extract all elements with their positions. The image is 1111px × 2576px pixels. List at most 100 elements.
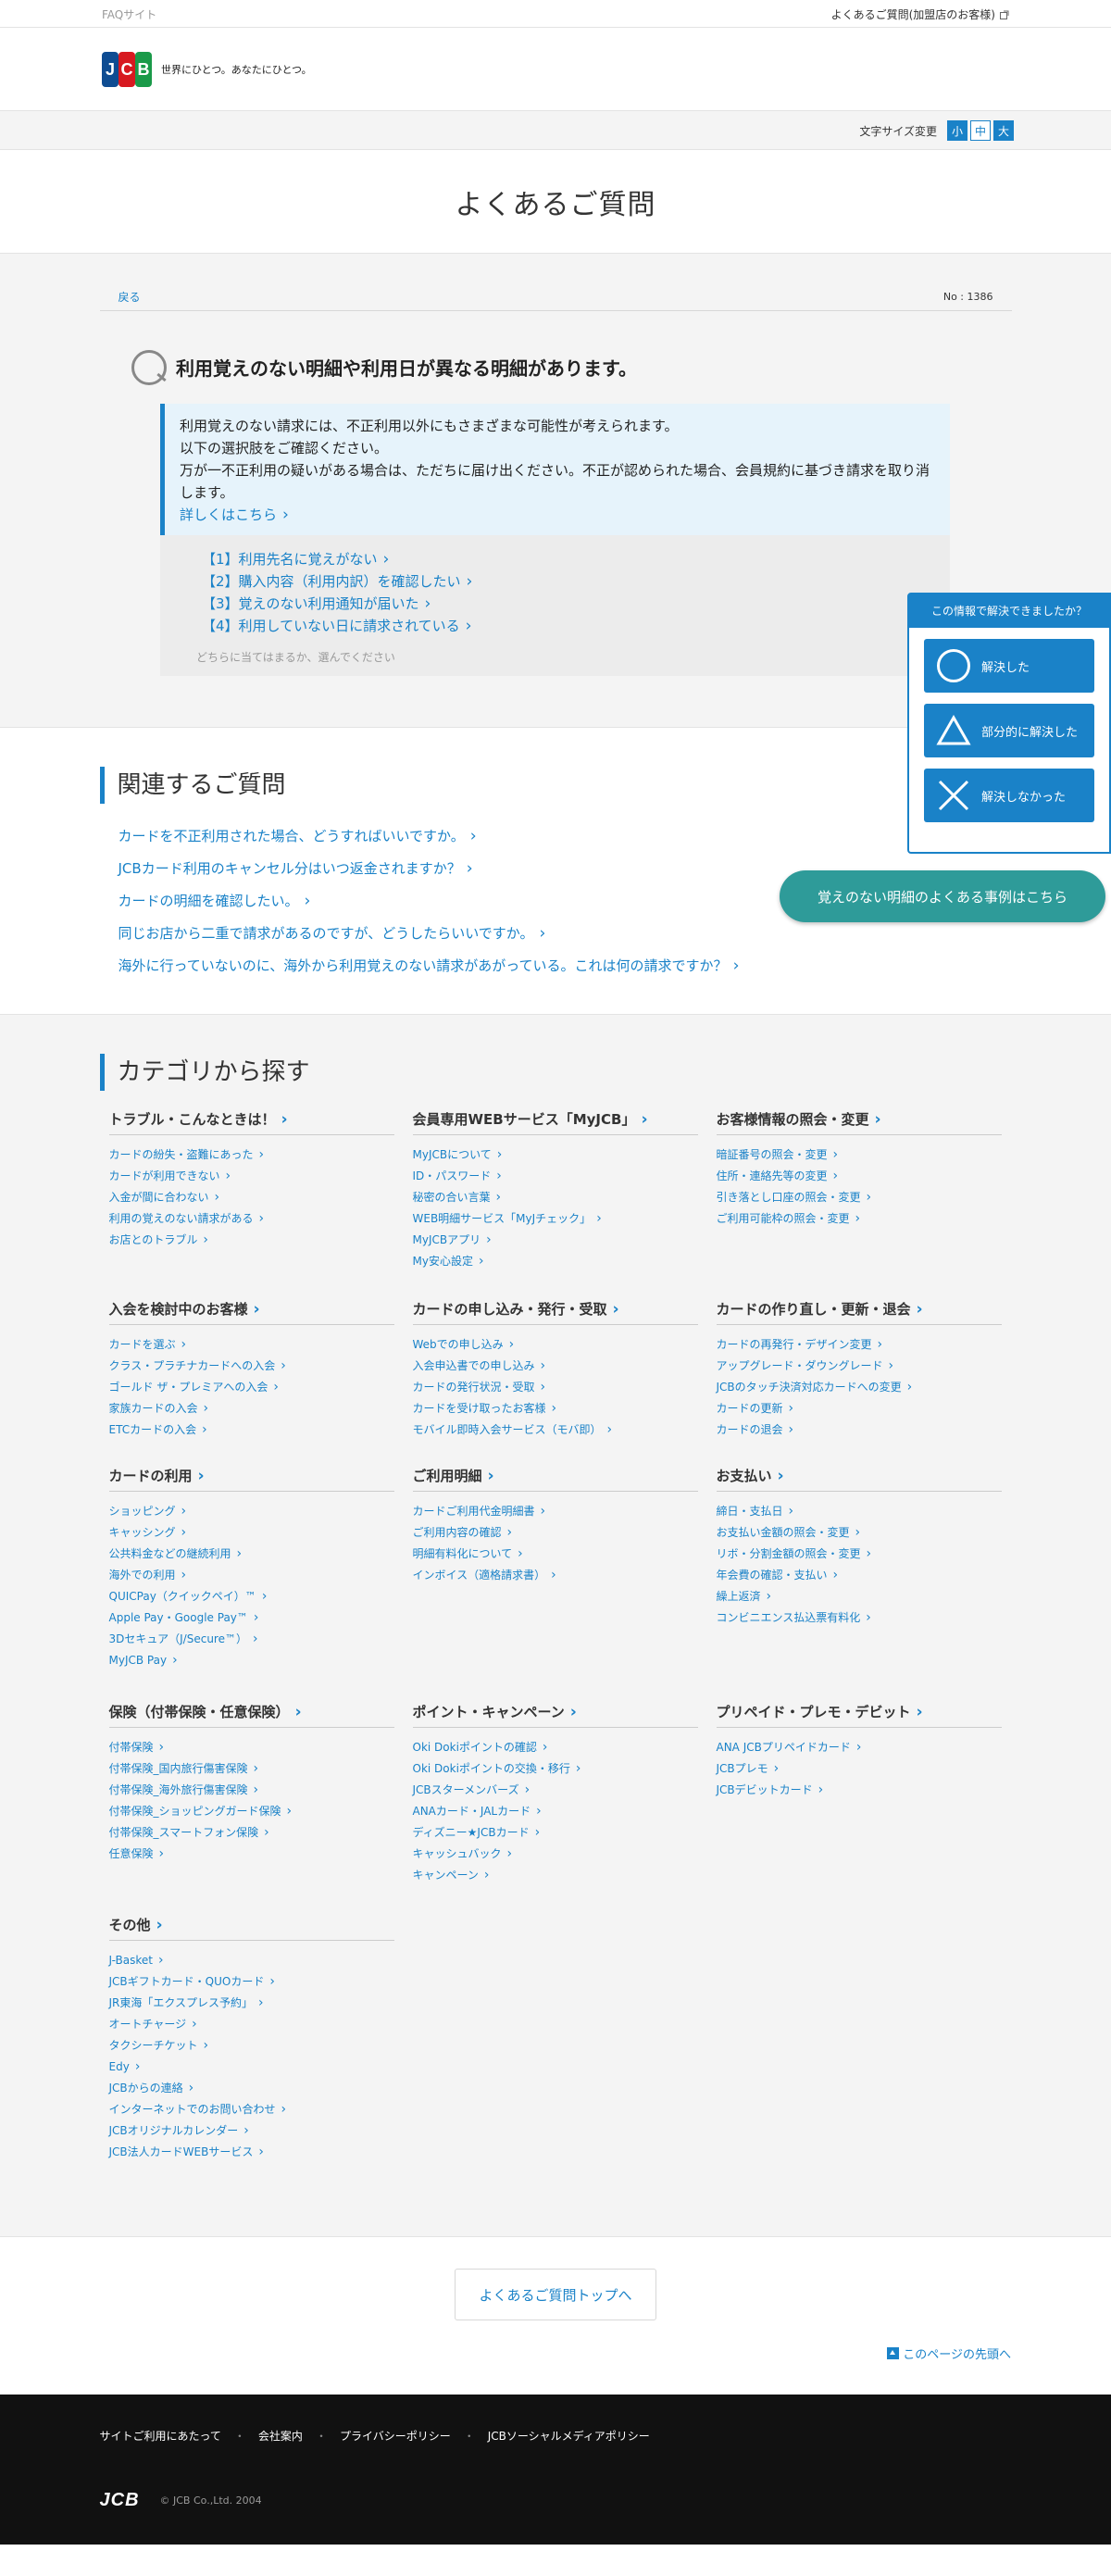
category-link[interactable]: JCBスターメンバーズ [413, 1783, 531, 1796]
resolved-button[interactable]: 解決した [924, 639, 1094, 693]
category-link[interactable]: 3Dセキュア（J/Secure™） [109, 1632, 258, 1645]
category-link[interactable]: ショッピング [109, 1505, 187, 1518]
category-link[interactable]: お店とのトラブル [109, 1233, 208, 1246]
category-group-title[interactable]: 会員専用WEBサービス「MyJCB」 [412, 1109, 698, 1135]
font-size-large-button[interactable]: 大 [993, 120, 1014, 141]
common-cases-button[interactable]: 覚えのない明細のよくある事例はこちら [780, 870, 1105, 922]
category-link[interactable]: ETCカードの入会 [109, 1423, 207, 1436]
category-link[interactable]: JCBからの連絡 [109, 2082, 194, 2095]
related-question-link[interactable]: JCBカード利用のキャンセル分はいつ返金されますか？ [119, 860, 473, 877]
category-link[interactable]: キャッシング [109, 1526, 187, 1539]
category-link[interactable]: Edy [109, 2060, 141, 2073]
category-link[interactable]: 入金が間に合わない [109, 1191, 220, 1204]
category-link[interactable]: カードの更新 [717, 1402, 794, 1415]
category-group-title[interactable]: トラブル・こんなときは！ [108, 1109, 394, 1135]
category-group-title[interactable]: お支払い [716, 1466, 1002, 1492]
category-link[interactable]: タクシーチケット [109, 2039, 209, 2052]
category-link[interactable]: 付帯保険_国内旅行傷害保険 [109, 1762, 259, 1775]
category-link[interactable]: オートチャージ [109, 2018, 197, 2031]
category-link[interactable]: 任意保険 [109, 1847, 165, 1860]
category-link[interactable]: 住所・連絡先等の変更 [717, 1169, 839, 1182]
category-group-title[interactable]: プリペイド・プレモ・デビット [716, 1702, 1002, 1728]
category-group-title[interactable]: お客様情報の照会・変更 [716, 1109, 1002, 1135]
category-link[interactable]: クラス・プラチナカードへの入会 [109, 1359, 286, 1372]
category-link[interactable]: Oki Dokiポイントの交換・移行 [413, 1762, 581, 1775]
category-link[interactable]: モバイル即時入会サービス（モバ即） [413, 1423, 613, 1436]
category-link[interactable]: アップグレード・ダウングレード [717, 1359, 894, 1372]
category-link[interactable]: 利用の覚えのない請求がある [109, 1212, 265, 1225]
choice-1-link[interactable]: 【1】利用先名に覚えがない [202, 551, 389, 568]
category-link[interactable]: ID・パスワード [413, 1169, 502, 1182]
category-link[interactable]: カードを受け取ったお客様 [413, 1402, 557, 1415]
category-link[interactable]: JCBギフトカード・QUOカード [109, 1975, 275, 1988]
font-size-small-button[interactable]: 小 [947, 120, 967, 141]
page-top-link[interactable]: このページの先頭へ [887, 2345, 1011, 2362]
category-link[interactable]: お支払い金額の照会・変更 [717, 1526, 861, 1539]
category-link[interactable]: MyJCBアプリ [413, 1233, 492, 1246]
category-group-title[interactable]: ポイント・キャンペーン [412, 1702, 698, 1728]
category-link[interactable]: 付帯保険_ショッピングガード保険 [109, 1805, 293, 1818]
choice-2-link[interactable]: 【2】購入内容（利用内訳）を確認したい [202, 573, 472, 590]
category-link[interactable]: JR東海「エクスプレス予約」 [109, 1996, 264, 2009]
back-link[interactable]: 戻る [119, 289, 141, 305]
category-link[interactable]: 締日・支払日 [717, 1505, 794, 1518]
choice-3-link[interactable]: 【3】覚えのない利用通知が届いた [202, 595, 431, 612]
category-link[interactable]: インボイス（適格請求書） [413, 1569, 556, 1582]
category-link[interactable]: カードの退会 [717, 1423, 794, 1436]
category-link[interactable]: カードの再発行・デザイン変更 [717, 1338, 883, 1351]
footer-link-terms[interactable]: サイトご利用にあたって [100, 2428, 221, 2444]
category-link[interactable]: 入会申込書での申し込み [413, 1359, 546, 1372]
merchant-faq-link[interactable]: よくあるご質問(加盟店のお客様) [831, 6, 1009, 22]
category-link[interactable]: JCBデビットカード [717, 1783, 824, 1796]
faq-top-button[interactable]: よくあるご質問トップへ [455, 2269, 656, 2320]
category-link[interactable]: 明細有料化について [413, 1547, 523, 1560]
category-group-title[interactable]: カードの利用 [108, 1466, 394, 1492]
related-question-link[interactable]: 同じお店から二重で請求があるのですが、どうしたらいいですか。 [119, 925, 546, 942]
category-link[interactable]: 秘密の合い言葉 [413, 1191, 502, 1204]
category-link[interactable]: JCBオリジナルカレンダー [109, 2124, 249, 2137]
category-link[interactable]: J-Basket [109, 1954, 164, 1967]
category-link[interactable]: 付帯保険 [109, 1741, 165, 1754]
category-group-title[interactable]: カードの作り直し・更新・退会 [716, 1299, 1002, 1325]
category-link[interactable]: Oki Dokiポイントの確認 [413, 1741, 548, 1754]
category-link[interactable]: ゴールド ザ・プレミアへの入会 [109, 1381, 279, 1394]
category-group-title[interactable]: カードの申し込み・発行・受取 [412, 1299, 698, 1325]
category-link[interactable]: QUICPay（クイックペイ）™ [109, 1590, 268, 1603]
category-link[interactable]: カードご利用代金明細書 [413, 1505, 546, 1518]
category-link[interactable]: ANAカード・JALカード [413, 1805, 542, 1818]
category-link[interactable]: コンビニエンス払込票有料化 [717, 1611, 871, 1624]
category-link[interactable]: インターネットでのお問い合わせ [109, 2103, 287, 2116]
choice-4-link[interactable]: 【4】利用していない日に請求されている [202, 618, 472, 634]
category-link[interactable]: Webでの申し込み [413, 1338, 515, 1351]
category-link[interactable]: WEB明細サービス「MyJチェック」 [413, 1212, 602, 1225]
category-link[interactable]: JCBのタッチ決済対応カードへの変更 [717, 1381, 913, 1394]
category-link[interactable]: ディズニー★JCBカード [413, 1826, 541, 1839]
category-link[interactable]: Apple Pay・Google Pay™ [109, 1611, 259, 1624]
category-link[interactable]: MyJCBについて [413, 1148, 503, 1161]
category-group-title[interactable]: 入会を検討中のお客様 [108, 1299, 394, 1325]
category-link[interactable]: 繰上返済 [717, 1590, 772, 1603]
category-group-title[interactable]: ご利用明細 [412, 1466, 698, 1492]
category-link[interactable]: 暗証番号の照会・変更 [717, 1148, 839, 1161]
category-link[interactable]: 年会費の確認・支払い [717, 1569, 839, 1582]
category-link[interactable]: キャッシュバック [413, 1847, 513, 1860]
category-link[interactable]: My安心設定 [413, 1255, 484, 1268]
font-size-medium-button[interactable]: 中 [970, 120, 991, 141]
category-link[interactable]: 海外での利用 [109, 1569, 187, 1582]
category-link[interactable]: キャンペーン [413, 1869, 490, 1882]
related-question-link[interactable]: カードの明細を確認したい。 [119, 893, 311, 909]
jcb-logo[interactable]: JCB [102, 52, 152, 87]
category-link[interactable]: リボ・分割金額の照会・変更 [717, 1547, 872, 1560]
category-link[interactable]: ご利用内容の確認 [413, 1526, 513, 1539]
category-link[interactable]: カードを選ぶ [109, 1338, 187, 1351]
category-link[interactable]: JCB法人カードWEBサービス [109, 2145, 264, 2158]
footer-link-company[interactable]: 会社案内 [258, 2428, 303, 2444]
category-link[interactable]: 家族カードの入会 [109, 1402, 209, 1415]
category-link[interactable]: MyJCB Pay [109, 1654, 178, 1667]
details-link[interactable]: 詳しくはこちら [180, 506, 289, 523]
category-link[interactable]: JCBプレモ [717, 1762, 780, 1775]
category-link[interactable]: 公共料金などの継続利用 [109, 1547, 243, 1560]
related-question-link[interactable]: カードを不正利用された場合、どうすればいいですか。 [119, 828, 477, 844]
category-link[interactable]: カードの発行状況・受取 [413, 1381, 546, 1394]
category-link[interactable]: ANA JCBプリペイドカード [717, 1741, 862, 1754]
